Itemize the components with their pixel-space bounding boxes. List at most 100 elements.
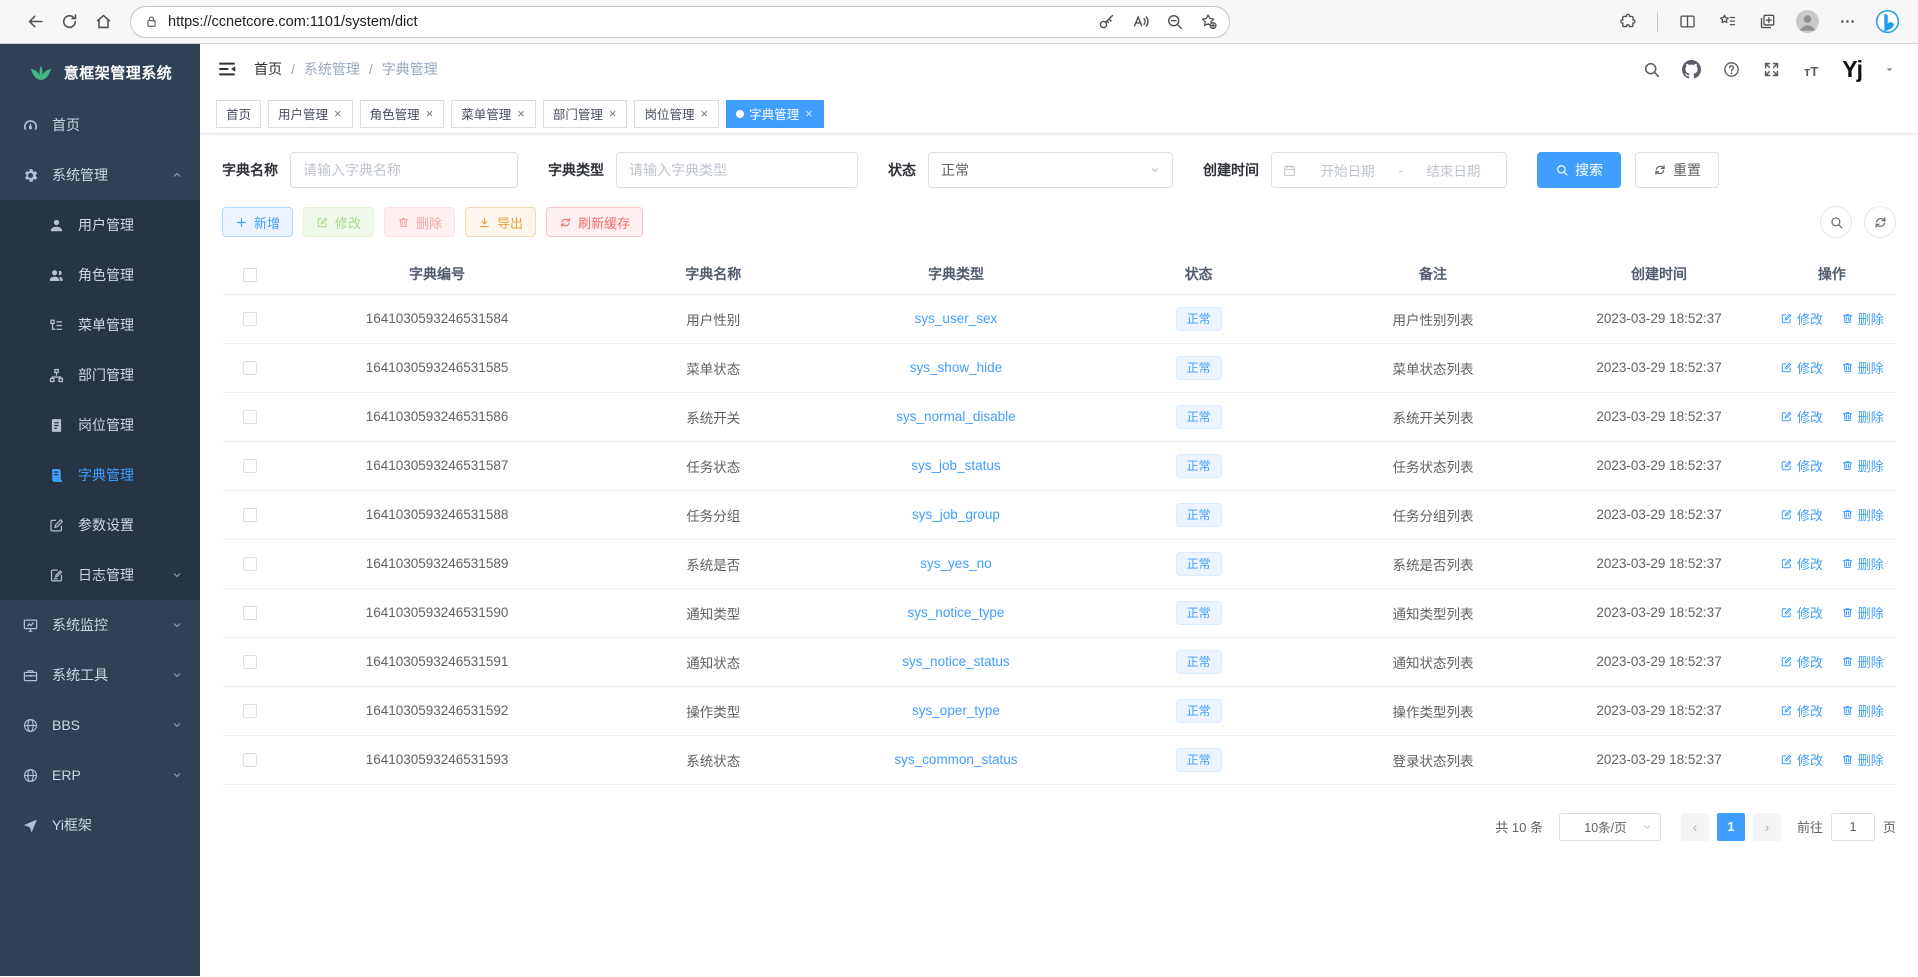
next-page-button[interactable]: › (1753, 813, 1781, 841)
browser-back-button[interactable] (18, 5, 52, 39)
sidebar-item-home[interactable]: 首页 (0, 100, 200, 150)
collections-icon[interactable] (1750, 5, 1784, 39)
row-checkbox[interactable] (243, 753, 257, 767)
row-edit-link[interactable]: 修改 (1780, 407, 1823, 426)
row-edit-link[interactable]: 修改 (1780, 701, 1823, 720)
sidebar-item-post[interactable]: 岗位管理 (0, 400, 200, 450)
sidebar-item-bbs[interactable]: BBS (0, 700, 200, 750)
dict-type-link[interactable]: sys_show_hide (910, 360, 1002, 375)
sidebar-item-logs[interactable]: 日志管理 (0, 550, 200, 600)
tab-close-icon[interactable]: × (804, 106, 814, 121)
row-edit-link[interactable]: 修改 (1780, 652, 1823, 671)
row-delete-link[interactable]: 删除 (1841, 505, 1884, 524)
dict-type-link[interactable]: sys_notice_type (908, 605, 1005, 620)
row-checkbox[interactable] (243, 361, 257, 375)
header-search-icon[interactable] (1642, 60, 1661, 79)
row-checkbox[interactable] (243, 655, 257, 669)
dict-name-input[interactable] (290, 152, 518, 188)
user-menu-caret-icon[interactable] (1883, 63, 1896, 76)
row-delete-link[interactable]: 删除 (1841, 358, 1884, 377)
dict-type-link[interactable]: sys_normal_disable (896, 409, 1015, 424)
sidebar-item-tools[interactable]: 系统工具 (0, 650, 200, 700)
column-header[interactable]: 创建时间 (1550, 254, 1768, 294)
sidebar-item-monitor[interactable]: 系统监控 (0, 600, 200, 650)
address-bar[interactable]: https://ccnetcore.com:1101/system/dict (130, 6, 1230, 38)
tab-菜单管理[interactable]: 菜单管理 × (451, 100, 536, 128)
url-text[interactable]: https://ccnetcore.com:1101/system/dict (168, 14, 1091, 30)
favorites-list-icon[interactable] (1710, 5, 1744, 39)
edit-button[interactable]: 修改 (303, 207, 374, 237)
row-checkbox[interactable] (243, 557, 257, 571)
tab-部门管理[interactable]: 部门管理 × (543, 100, 628, 128)
browser-menu-icon[interactable] (1830, 5, 1864, 39)
current-page-button[interactable]: 1 (1717, 813, 1745, 841)
sidebar-item-dict[interactable]: 字典管理 (0, 450, 200, 500)
sidebar-item-param[interactable]: 参数设置 (0, 500, 200, 550)
row-checkbox[interactable] (243, 459, 257, 473)
page-size-select[interactable]: 10条/页 (1559, 813, 1661, 841)
prev-page-button[interactable]: ‹ (1681, 813, 1709, 841)
split-screen-icon[interactable] (1670, 5, 1704, 39)
row-edit-link[interactable]: 修改 (1780, 603, 1823, 622)
row-delete-link[interactable]: 删除 (1841, 652, 1884, 671)
sidebar-item-user[interactable]: 用户管理 (0, 200, 200, 250)
row-edit-link[interactable]: 修改 (1780, 750, 1823, 769)
breadcrumb-home[interactable]: 首页 (254, 59, 282, 79)
row-delete-link[interactable]: 删除 (1841, 456, 1884, 475)
refresh-cache-button[interactable]: 刷新缓存 (546, 207, 643, 237)
row-delete-link[interactable]: 删除 (1841, 554, 1884, 573)
add-favorite-icon[interactable] (1193, 7, 1223, 37)
sidebar-item-dept[interactable]: 部门管理 (0, 350, 200, 400)
row-checkbox[interactable] (243, 410, 257, 424)
row-edit-link[interactable]: 修改 (1780, 309, 1823, 328)
row-delete-link[interactable]: 删除 (1841, 701, 1884, 720)
dict-type-link[interactable]: sys_yes_no (920, 556, 991, 571)
dict-type-link[interactable]: sys_job_group (912, 507, 1000, 522)
sidebar-item-menu[interactable]: 菜单管理 (0, 300, 200, 350)
refresh-table-button[interactable] (1864, 206, 1896, 238)
row-checkbox[interactable] (243, 704, 257, 718)
column-header[interactable]: 字典名称 (596, 254, 830, 294)
password-key-icon[interactable] (1091, 7, 1121, 37)
row-checkbox[interactable] (243, 606, 257, 620)
row-delete-link[interactable]: 删除 (1841, 309, 1884, 328)
column-header[interactable]: 状态 (1082, 254, 1316, 294)
add-button[interactable]: 新增 (222, 207, 293, 237)
row-checkbox[interactable] (243, 508, 257, 522)
row-delete-link[interactable]: 删除 (1841, 603, 1884, 622)
row-edit-link[interactable]: 修改 (1780, 358, 1823, 377)
row-delete-link[interactable]: 删除 (1841, 407, 1884, 426)
dict-type-link[interactable]: sys_job_status (911, 458, 1000, 473)
tab-close-icon[interactable]: × (699, 106, 709, 121)
tab-close-icon[interactable]: × (425, 106, 435, 121)
browser-home-button[interactable] (86, 5, 120, 39)
user-avatar-logo[interactable]: Yj (1842, 58, 1862, 81)
help-icon[interactable] (1722, 60, 1741, 79)
delete-button[interactable]: 删除 (384, 207, 455, 237)
sidebar-item-erp[interactable]: ERP (0, 750, 200, 800)
dict-type-link[interactable]: sys_common_status (894, 752, 1017, 767)
tab-首页[interactable]: 首页 (216, 100, 261, 128)
export-button[interactable]: 导出 (465, 207, 536, 237)
row-edit-link[interactable]: 修改 (1780, 456, 1823, 475)
browser-reload-button[interactable] (52, 5, 86, 39)
extensions-icon[interactable] (1611, 5, 1645, 39)
dict-type-link[interactable]: sys_user_sex (915, 311, 998, 326)
tab-角色管理[interactable]: 角色管理 × (360, 100, 445, 128)
sidebar-item-yi[interactable]: Yi框架 (0, 800, 200, 850)
bing-copilot-icon[interactable] (1870, 5, 1904, 39)
tab-字典管理[interactable]: 字典管理 × (726, 100, 824, 128)
select-all-checkbox[interactable] (243, 268, 257, 282)
show-search-toggle-button[interactable] (1820, 206, 1852, 238)
row-edit-link[interactable]: 修改 (1780, 505, 1823, 524)
sidebar-item-role[interactable]: 角色管理 (0, 250, 200, 300)
fullscreen-icon[interactable] (1762, 60, 1781, 79)
status-select[interactable]: 正常 (928, 152, 1173, 188)
tab-用户管理[interactable]: 用户管理 × (268, 100, 353, 128)
column-header[interactable]: 操作 (1768, 254, 1896, 294)
row-delete-link[interactable]: 删除 (1841, 750, 1884, 769)
column-header[interactable]: 字典编号 (278, 254, 596, 294)
tab-岗位管理[interactable]: 岗位管理 × (634, 100, 719, 128)
tab-close-icon[interactable]: × (333, 106, 343, 121)
read-aloud-icon[interactable] (1125, 7, 1155, 37)
